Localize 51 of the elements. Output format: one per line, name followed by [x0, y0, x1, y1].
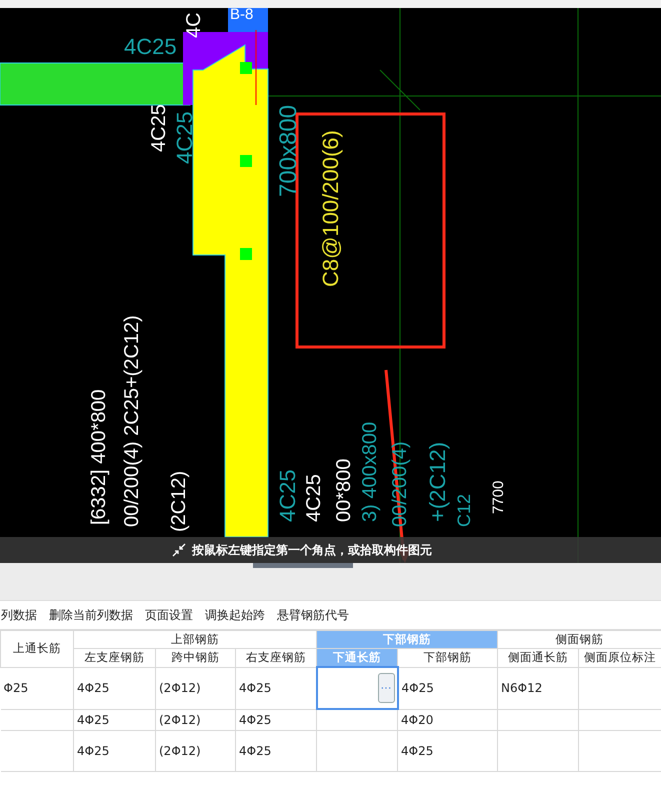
toolbar-button[interactable]: 悬臂钢筋代号 — [272, 606, 354, 624]
table-cell: 4Φ25 — [74, 709, 156, 730]
table-cell: 4Φ25 — [236, 709, 317, 730]
drawing-label: 4C25 — [303, 474, 325, 522]
drawing-label: 3) 400x800 — [359, 422, 381, 522]
more-button[interactable]: ··· — [378, 673, 395, 703]
drawing-label: C8@100/200(6) — [318, 130, 343, 287]
drawing-label: 00/200(4) — [389, 441, 411, 527]
active-cell[interactable]: ··· — [316, 667, 398, 709]
scrollbar-thumb[interactable] — [253, 563, 353, 568]
drawing-label: 4C — [183, 12, 205, 38]
table-cell: 4Φ25 — [398, 667, 498, 709]
drawing-label: C12 — [454, 494, 474, 527]
crosshair-icon — [172, 543, 186, 557]
drawing-label: 4C25 — [124, 34, 177, 59]
drawing-label: 700x800 — [275, 104, 302, 197]
column-group-header[interactable]: 侧面钢筋 — [498, 630, 661, 648]
drawing-label: (2C12) — [168, 470, 190, 532]
table-cell: (2Φ12) — [156, 730, 236, 772]
drawing-label: [6332] 400*800 — [88, 389, 110, 525]
toolbar-button[interactable]: 调换起始跨 — [200, 606, 270, 624]
drawing-label: 7700 — [490, 480, 507, 514]
drawing-label: 4C25 — [275, 469, 300, 522]
status-prompt: 按鼠标左键指定第一个角点，或拾取构件图元 — [192, 542, 432, 558]
table-cell: 4Φ25 — [74, 667, 156, 709]
table-cell: (2Φ12) — [156, 667, 236, 709]
table-cell: Φ25 — [0, 667, 74, 709]
toolbar-button[interactable]: 列数据 — [0, 606, 42, 624]
drawing-label: 4C25 — [148, 104, 170, 152]
column-header[interactable]: 右支座钢筋 — [236, 648, 317, 667]
table-cell: 4Φ25 — [398, 730, 498, 772]
column-group-header[interactable]: 上部钢筋 — [74, 630, 317, 648]
column-header[interactable]: 下部钢筋 — [398, 648, 498, 667]
column-header[interactable]: 侧面原位标注 — [578, 648, 661, 667]
table-cell: N6Φ12 — [498, 667, 579, 709]
table-cell: 4Φ25 — [74, 730, 156, 772]
column-header[interactable]: 左支座钢筋 — [74, 648, 156, 667]
drawing-label: 4C25 — [172, 111, 197, 164]
table-cell: 4Φ20 — [398, 709, 498, 730]
diagonal-line — [380, 70, 420, 110]
toolbar-button[interactable]: 删除当前列数据 — [44, 606, 138, 624]
table-cell: (2Φ12) — [156, 709, 236, 730]
drawing-label: 00*800 — [333, 458, 355, 522]
toolbar-button[interactable]: 页面设置 — [140, 606, 198, 624]
drawing-label: B-8 — [230, 8, 254, 23]
drawing-label: +(2C12) — [425, 442, 450, 522]
column-group-header[interactable]: 上通长筋 — [0, 630, 74, 667]
drawing-label: 00/200(4) 2C25+(2C12) — [121, 315, 143, 527]
column-header[interactable]: 跨中钢筋 — [156, 648, 236, 667]
table-cell: 4Φ25 — [236, 730, 317, 772]
column-header[interactable]: 侧面通长筋 — [498, 648, 579, 667]
